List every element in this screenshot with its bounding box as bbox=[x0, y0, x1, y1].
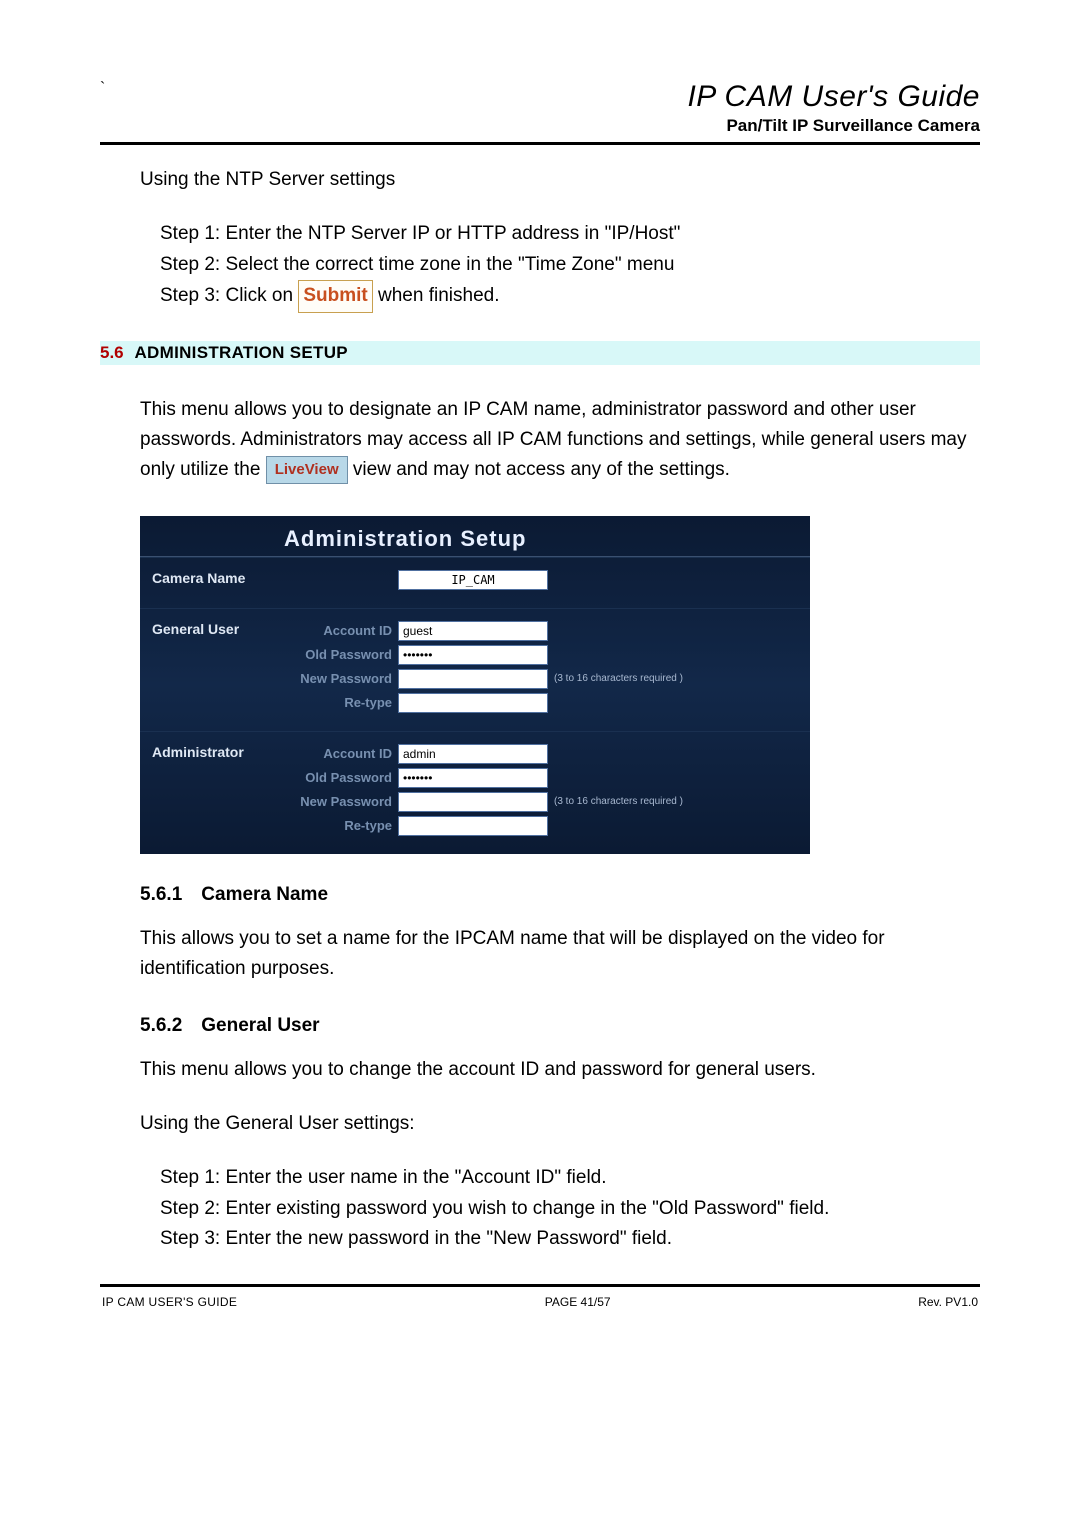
gu-step3: Step 3: Enter the new password in the "N… bbox=[160, 1224, 980, 1254]
subsection-5-6-2-title: General User bbox=[201, 1015, 319, 1036]
gen-old-password-input[interactable] bbox=[398, 645, 548, 665]
liveview-button-ref: LiveView bbox=[266, 456, 348, 484]
admin-title-row: Administration Setup bbox=[140, 516, 810, 557]
page-footer: IP CAM USER'S GUIDE PAGE 41/57 Rev. PV1.… bbox=[100, 1295, 980, 1309]
section-5-6-band: 5.6 ADMINISTRATION SETUP bbox=[100, 341, 980, 365]
gen-retype-input[interactable] bbox=[398, 693, 548, 713]
gu-step2: Step 2: Enter existing password you wish… bbox=[160, 1194, 980, 1224]
gen-old-password-label: Old Password bbox=[282, 647, 398, 662]
adm-new-password-input[interactable] bbox=[398, 792, 548, 812]
footer-center: PAGE 41/57 bbox=[545, 1295, 611, 1309]
page-header: IP CAM User's Guide Pan/Tilt IP Surveill… bbox=[100, 80, 980, 136]
gu-step1: Step 1: Enter the user name in the "Acco… bbox=[160, 1163, 980, 1193]
adm-password-note: (3 to 16 characters required ) bbox=[554, 796, 683, 807]
section-5-6-para: This menu allows you to designate an IP … bbox=[140, 395, 980, 486]
admin-setup-panel: Administration Setup Camera Name General… bbox=[140, 516, 810, 854]
subsection-5-6-1-title: Camera Name bbox=[201, 884, 328, 905]
gen-retype-label: Re-type bbox=[282, 695, 398, 710]
camera-name-input[interactable] bbox=[398, 570, 548, 590]
camera-name-row: Camera Name bbox=[140, 557, 810, 608]
camera-name-label: Camera Name bbox=[152, 566, 282, 594]
footer-page: 41/57 bbox=[581, 1295, 611, 1309]
footer-center-pre: PAGE bbox=[545, 1295, 581, 1309]
subsection-5-6-1-num: 5.6.1 bbox=[140, 884, 196, 906]
section-5-6-num: 5.6 bbox=[100, 343, 130, 363]
footer-left: IP CAM USER'S GUIDE bbox=[102, 1295, 237, 1309]
header-rule bbox=[100, 142, 980, 145]
footer-rule bbox=[100, 1284, 980, 1287]
footer-right: Rev. PV1.0 bbox=[918, 1295, 978, 1309]
subsection-5-6-2-num: 5.6.2 bbox=[140, 1015, 196, 1037]
section-5-6-para-post: view and may not access any of the setti… bbox=[353, 459, 730, 480]
admin-panel-title: Administration Setup bbox=[284, 526, 526, 551]
gen-new-password-input[interactable] bbox=[398, 669, 548, 689]
subsection-5-6-1: 5.6.1 Camera Name bbox=[140, 884, 980, 906]
adm-retype-input[interactable] bbox=[398, 816, 548, 836]
gen-new-password-label: New Password bbox=[282, 671, 398, 686]
ntp-step3-post: when finished. bbox=[378, 285, 499, 306]
general-user-row: General User Account ID Old Password New… bbox=[140, 608, 810, 731]
adm-retype-label: Re-type bbox=[282, 818, 398, 833]
general-user-label: General User bbox=[152, 617, 282, 717]
subsection-5-6-2: 5.6.2 General User bbox=[140, 1015, 980, 1037]
section-5-6-title: ADMINISTRATION SETUP bbox=[134, 343, 347, 362]
adm-account-id-label: Account ID bbox=[282, 746, 398, 761]
adm-old-password-input[interactable] bbox=[398, 768, 548, 788]
subsection-5-6-2-para2: Using the General User settings: bbox=[140, 1109, 980, 1139]
gen-account-id-label: Account ID bbox=[282, 623, 398, 638]
ntp-step1: Step 1: Enter the NTP Server IP or HTTP … bbox=[160, 219, 980, 249]
administrator-label: Administrator bbox=[152, 740, 282, 840]
ntp-step3-pre: Step 3: Click on bbox=[160, 285, 298, 306]
subsection-5-6-1-para: This allows you to set a name for the IP… bbox=[140, 924, 980, 985]
ntp-step3: Step 3: Click on Submit when finished. bbox=[160, 280, 980, 312]
adm-account-id-input[interactable] bbox=[398, 744, 548, 764]
subsection-5-6-2-para1: This menu allows you to change the accou… bbox=[140, 1055, 980, 1085]
ntp-step2: Step 2: Select the correct time zone in … bbox=[160, 250, 980, 280]
administrator-row: Administrator Account ID Old Password Ne… bbox=[140, 731, 810, 854]
adm-old-password-label: Old Password bbox=[282, 770, 398, 785]
adm-new-password-label: New Password bbox=[282, 794, 398, 809]
submit-button-ref: Submit bbox=[298, 280, 372, 312]
doc-subtitle: Pan/Tilt IP Surveillance Camera bbox=[100, 116, 980, 136]
doc-title: IP CAM User's Guide bbox=[100, 80, 980, 114]
ntp-heading: Using the NTP Server settings bbox=[140, 165, 980, 195]
stray-backtick: ` bbox=[100, 80, 105, 98]
gen-account-id-input[interactable] bbox=[398, 621, 548, 641]
gen-password-note: (3 to 16 characters required ) bbox=[554, 673, 683, 684]
